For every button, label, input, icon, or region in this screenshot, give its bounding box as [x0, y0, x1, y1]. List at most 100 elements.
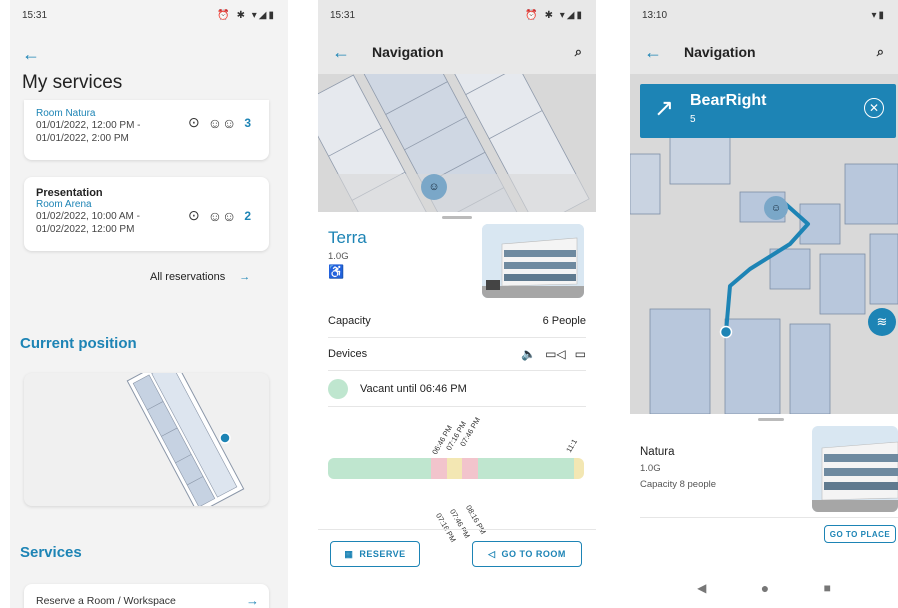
- service-card[interactable]: Room Natura 01/01/2022, 12:00 PM - 01/01…: [24, 100, 269, 160]
- place-name: Natura: [640, 446, 675, 458]
- service-card[interactable]: Presentation Room Arena 01/02/2022, 10:0…: [24, 177, 269, 251]
- participant-count: 3: [244, 115, 251, 130]
- status-icons: ⏰ ✱ ▾◢▮: [217, 9, 276, 21]
- service-room: Room Arena: [36, 199, 92, 210]
- search-icon[interactable]: ⌕: [575, 44, 582, 60]
- current-position-dot: [719, 325, 733, 339]
- back-arrow-icon[interactable]: ←: [22, 44, 40, 65]
- app-bar: ← Navigation ⌕: [630, 30, 898, 74]
- video-camera-icon: ▭◁: [545, 347, 566, 361]
- screen-navigation: 13:10 ▾▮ ← Navigation ⌕ ☺ ≋ ↗ BearRight …: [630, 0, 898, 608]
- navigate-icon[interactable]: ⊙: [188, 207, 200, 224]
- navigate-icon: ◁: [488, 548, 496, 559]
- devices-label: Devices: [328, 348, 368, 360]
- app-bar: ← Navigation ⌕: [318, 30, 596, 74]
- status-bar: 13:10 ▾▮: [630, 0, 898, 30]
- room-photo: [482, 224, 584, 298]
- service-room: Room Natura: [36, 108, 96, 119]
- direction-distance: 5: [690, 114, 696, 125]
- status-icons: ▾▮: [871, 9, 886, 21]
- service-time-end: 01/01/2022, 2:00 PM: [36, 133, 129, 144]
- go-to-place-label: GO TO PLACE: [829, 529, 891, 539]
- close-icon[interactable]: ✕: [864, 98, 884, 118]
- current-position-dot: [219, 432, 231, 444]
- place-floor: 1.0G: [640, 463, 661, 474]
- timeline-segment-booked: [462, 458, 478, 479]
- direction-text: BearRight: [690, 92, 767, 109]
- page-title: My services: [22, 72, 123, 93]
- current-position-heading: Current position: [20, 335, 137, 352]
- back-arrow-icon[interactable]: ←: [332, 42, 350, 63]
- reserve-button-label: RESERVE: [359, 549, 406, 559]
- accessible-icon: ♿: [328, 264, 345, 279]
- timeline-bar[interactable]: [328, 458, 584, 479]
- vacancy-row: Vacant until 06:46 PM: [328, 371, 586, 407]
- monitor-icon: ▭: [574, 347, 586, 361]
- drag-handle[interactable]: [442, 216, 472, 219]
- services-heading: Services: [20, 544, 82, 561]
- service-time-end: 01/02/2022, 12:00 PM: [36, 224, 135, 235]
- capacity-value: 6 People: [542, 315, 586, 327]
- nav-back-icon[interactable]: ◀: [697, 581, 706, 595]
- go-to-room-button[interactable]: ◁ GO TO ROOM: [472, 541, 582, 567]
- position-map[interactable]: [24, 373, 269, 506]
- reserve-room-label: Reserve a Room / Workspace: [36, 595, 176, 607]
- drag-handle[interactable]: [758, 418, 784, 421]
- vacancy-status-dot: [328, 378, 348, 399]
- arrow-right-icon: →: [239, 271, 251, 283]
- floor-map[interactable]: ☺: [318, 74, 596, 212]
- destination-marker-icon[interactable]: ☺: [764, 196, 788, 220]
- nav-home-icon[interactable]: ●: [761, 580, 769, 596]
- timeline-label: 11:1: [564, 437, 580, 454]
- availability-timeline[interactable]: 06:46 PM 07:16 PM 07:46 PM 11:1 07:16 PM…: [318, 407, 596, 544]
- all-reservations-link[interactable]: All reservations →: [150, 271, 250, 283]
- reserve-button[interactable]: ▦ RESERVE: [330, 541, 420, 567]
- calendar-icon: ▦: [344, 548, 354, 559]
- system-nav-bar: ◀ ● ■: [630, 568, 898, 608]
- building-photo-drawing: [812, 426, 898, 512]
- status-time: 15:31: [330, 9, 356, 21]
- room-floor: 1.0G: [328, 251, 349, 262]
- reserve-room-item[interactable]: Reserve a Room / Workspace →: [24, 584, 269, 608]
- floor-map-mini: [126, 373, 245, 506]
- screen-my-services: 15:31 ⏰ ✱ ▾◢▮ ← My services Room Natura …: [10, 0, 288, 608]
- devices-row: Devices 🔈 ▭◁ ▭: [328, 338, 586, 371]
- search-icon[interactable]: ⌕: [877, 44, 884, 60]
- arrow-right-icon: →: [246, 593, 259, 608]
- place-photo: [812, 426, 898, 512]
- status-icons: ⏰ ✱ ▾◢▮: [525, 9, 584, 21]
- speaker-icon: 🔈: [521, 347, 537, 361]
- navigate-icon[interactable]: ⊙: [188, 114, 200, 131]
- floor-map-drawing: [318, 74, 596, 212]
- all-reservations-label: All reservations: [150, 271, 226, 283]
- people-icon: ☺☺: [207, 114, 237, 131]
- people-icon: ☺☺: [207, 207, 237, 224]
- participant-count: 2: [244, 208, 251, 223]
- room-marker-icon[interactable]: ☺: [421, 174, 447, 200]
- timeline-segment-vacant: [328, 458, 431, 479]
- page-title: Navigation: [372, 44, 444, 60]
- capacity-label: Capacity: [328, 315, 371, 327]
- status-bar: 15:31 ⏰ ✱ ▾◢▮: [318, 0, 596, 30]
- vacancy-text: Vacant until 06:46 PM: [360, 382, 467, 395]
- direction-banner: ↗ BearRight 5 ✕: [640, 84, 896, 138]
- service-title: Presentation: [36, 187, 103, 199]
- status-time: 13:10: [642, 9, 668, 21]
- go-to-room-label: GO TO ROOM: [501, 549, 566, 559]
- service-time-start: 01/02/2022, 10:00 AM -: [36, 211, 140, 222]
- building-photo-drawing: [482, 224, 584, 298]
- room-name: Terra: [328, 228, 367, 247]
- place-capacity: Capacity 8 people: [640, 479, 717, 490]
- timeline-segment-pending: [574, 458, 584, 479]
- page-title: Navigation: [684, 44, 756, 60]
- screen-room-detail: 15:31 ⏰ ✱ ▾◢▮ ← Navigation ⌕ ☺ Terra 1.0…: [318, 0, 596, 608]
- go-to-place-button[interactable]: GO TO PLACE: [824, 525, 896, 543]
- service-time-start: 01/01/2022, 12:00 PM -: [36, 120, 141, 131]
- layers-icon[interactable]: ≋: [868, 308, 896, 336]
- status-bar: 15:31 ⏰ ✱ ▾◢▮: [10, 0, 288, 30]
- nav-recents-icon[interactable]: ■: [824, 581, 831, 595]
- status-time: 15:31: [22, 9, 48, 21]
- back-arrow-icon[interactable]: ←: [644, 42, 662, 63]
- capacity-row: Capacity 6 People: [328, 305, 586, 338]
- timeline-segment-vacant: [478, 458, 574, 479]
